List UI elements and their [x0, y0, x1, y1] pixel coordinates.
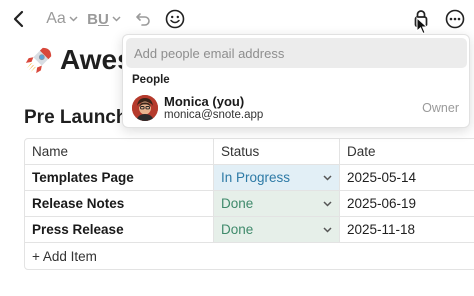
back-button[interactable]	[8, 6, 30, 32]
chevron-down-icon	[323, 226, 332, 233]
font-menu-button[interactable]: Aa	[40, 6, 84, 32]
status-select[interactable]: Done	[214, 191, 340, 216]
emoji-button[interactable]	[163, 6, 187, 32]
more-button[interactable]	[442, 6, 468, 32]
bold-label: B	[87, 10, 98, 28]
column-header-date[interactable]: Date	[340, 139, 474, 164]
member-name: Monica (you)	[164, 94, 245, 109]
status-value: In Progress	[221, 170, 291, 185]
status-select[interactable]: Done	[214, 217, 340, 242]
name-cell[interactable]: Release Notes	[25, 191, 214, 216]
status-value: Done	[221, 222, 254, 237]
chevron-down-icon	[323, 200, 332, 207]
more-icon	[445, 9, 465, 29]
name-cell[interactable]: Press Release	[25, 217, 214, 242]
date-cell[interactable]: 2025-06-19	[340, 191, 474, 216]
smiley-icon	[165, 9, 185, 29]
task-table: Name Status Date Templates Page In Progr…	[24, 138, 474, 270]
column-header-name[interactable]: Name	[25, 139, 214, 164]
status-select[interactable]: In Progress	[214, 165, 340, 190]
section-heading: Pre Launch	[24, 107, 128, 128]
add-item-button[interactable]: + Add Item	[25, 243, 474, 269]
name-cell[interactable]: Templates Page	[25, 165, 214, 190]
date-cell[interactable]: 2025-05-14	[340, 165, 474, 190]
member-role[interactable]: Owner	[422, 101, 459, 115]
share-popup: People Monica (you) monica@snote.app Own…	[122, 34, 470, 128]
table-row: Templates Page In Progress 2025-05-14	[25, 165, 474, 191]
member-email: monica@snote.app	[164, 109, 264, 121]
table-header-row: Name Status Date	[25, 139, 474, 165]
chevron-down-icon	[69, 16, 78, 22]
page-title[interactable]: Awes	[24, 42, 133, 78]
text-style-menu-button[interactable]: BU	[86, 6, 122, 32]
chevron-left-icon	[13, 10, 24, 28]
undo-button[interactable]	[132, 6, 154, 32]
toolbar: Aa BU	[0, 0, 474, 38]
font-label: Aa	[46, 10, 66, 27]
email-input[interactable]	[126, 38, 467, 68]
status-value: Done	[221, 196, 254, 211]
column-header-status[interactable]: Status	[214, 139, 340, 164]
member-row[interactable]: Monica (you) monica@snote.app Owner	[123, 91, 469, 125]
chevron-down-icon	[323, 174, 332, 181]
date-cell[interactable]: 2025-11-18	[340, 217, 474, 242]
rocket-icon	[25, 47, 52, 74]
undo-icon	[136, 13, 150, 26]
cursor-icon	[416, 17, 428, 35]
underline-label: U	[98, 10, 109, 28]
table-row: Press Release Done 2025-11-18	[25, 217, 474, 243]
table-row: Release Notes Done 2025-06-19	[25, 191, 474, 217]
chevron-down-icon	[112, 16, 121, 22]
people-label: People	[132, 74, 170, 86]
avatar	[132, 95, 158, 121]
